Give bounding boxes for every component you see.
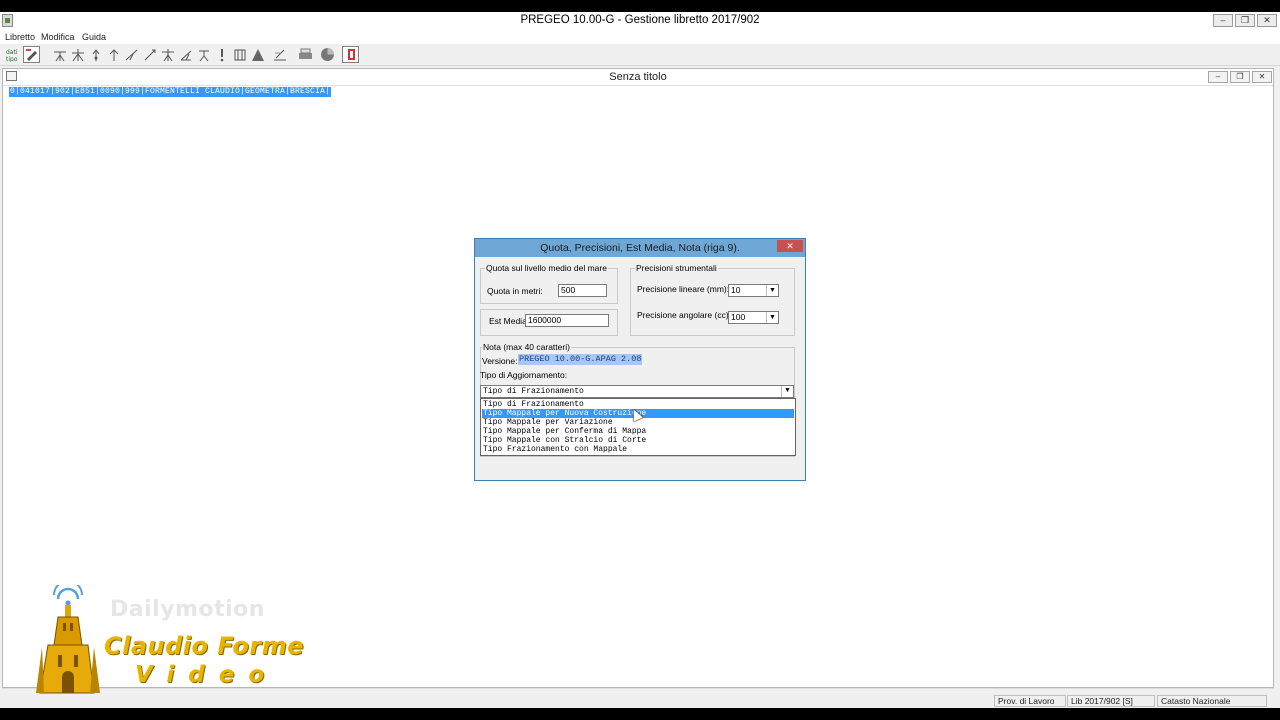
tower-logo-icon [36,585,100,694]
station-icon[interactable] [51,46,68,63]
libretto-line-selected[interactable]: 0|041017|902|E851|0090|999|FORMENTELLI C… [9,87,332,97]
versione-label: Versione: [482,356,518,366]
menu-guida[interactable]: Guida [82,30,106,44]
exclamation-icon[interactable] [213,46,230,63]
dati-tipo-icon[interactable]: dati tipo [4,46,21,63]
chevron-down-icon[interactable]: ▼ [766,312,778,323]
diagonal-icon[interactable] [141,46,158,63]
quota-dialog: Quota, Precisioni, Est Media, Nota (riga… [474,238,806,481]
frame-icon[interactable] [231,46,248,63]
window-title: PREGEO 10.00-G - Gestione libretto 2017/… [520,14,760,26]
pen-icon[interactable] [23,46,40,63]
tipo-aggiornamento-label: Tipo di Aggiornamento: [480,370,568,380]
quota-input[interactable]: 500 [558,284,607,297]
letterbox-top [0,0,1280,12]
quota-label: Quota in metri: [487,286,543,296]
exit-icon[interactable] [342,46,359,63]
letterbox-bottom [0,708,1280,720]
status-bar: Prov. di Lavoro BS Lib 2017/902 [S] Cata… [0,694,1280,716]
minimize-button[interactable]: ‒ [1213,14,1233,27]
precisione-angolare-value: 100 [731,312,746,322]
precisione-lineare-label: Precisione lineare (mm): [637,284,730,294]
option-tipo-mappale-conferma-mappa[interactable]: Tipo Mappale per Conferma di Mappa [482,427,794,436]
menu-modifica[interactable]: Modifica [41,30,75,44]
arrow-up-icon[interactable] [105,46,122,63]
station-grid-icon[interactable] [159,46,176,63]
restore-button[interactable]: ❐ [1235,14,1255,27]
tipo-aggiornamento-select[interactable]: Tipo di Frazionamento ▼ [480,385,794,398]
menu-libretto[interactable]: Libretto [5,30,35,44]
svg-text:dati: dati [6,49,18,56]
document-minimize-button[interactable]: ‒ [1208,71,1228,83]
chevron-down-icon[interactable]: ▼ [766,285,778,296]
status-provincia: Prov. di Lavoro BS [994,695,1066,716]
title-bar: PREGEO 10.00-G - Gestione libretto 2017/… [0,12,1280,30]
tipo-aggiornamento-value: Tipo di Frazionamento [483,387,584,396]
precisioni-group [630,268,795,336]
dialog-title-bar[interactable]: Quota, Precisioni, Est Media, Nota (riga… [475,239,805,257]
station-multi-icon[interactable] [69,46,86,63]
precisione-lineare-select[interactable]: 10 ▼ [728,284,779,297]
point-up-icon[interactable] [87,46,104,63]
edit-icon[interactable] [271,46,288,63]
precisione-angolare-select[interactable]: 100 ▼ [728,311,779,324]
angle-icon[interactable] [177,46,194,63]
quota-group-label: Quota sul livello medio del mare [485,263,608,273]
printer-icon[interactable] [297,46,314,63]
document-restore-button[interactable]: ❐ [1230,71,1250,83]
est-media-input[interactable]: 1600000 [525,314,609,327]
globe-icon[interactable] [319,46,336,63]
chevron-down-icon[interactable]: ▼ [781,386,793,397]
close-button[interactable]: ✕ [1257,14,1277,27]
document-close-button[interactable]: ✕ [1252,71,1272,83]
est-media-label: Est Media: [489,316,530,326]
menu-bar: Libretto Modifica Guida [0,30,1280,44]
dialog-title: Quota, Precisioni, Est Media, Nota (riga… [540,242,740,254]
triangle-icon[interactable] [249,46,266,63]
watermark-brand: Dailymotion [110,597,265,622]
precisioni-group-label: Precisioni strumentali [635,263,718,273]
status-libretto: Lib 2017/902 [S] [1067,695,1155,707]
status-catasto: Catasto Nazionale [1157,695,1267,707]
document-title-bar: Senza titolo ‒ ❐ ✕ [3,69,1273,86]
tripod-icon[interactable] [195,46,212,63]
precisione-lineare-value: 10 [731,285,741,295]
watermark-sub: Video [135,662,279,688]
alignment-icon[interactable] [123,46,140,63]
option-tipo-mappale-stralcio-corte[interactable]: Tipo Mappale con Stralcio di Corte [482,436,794,445]
dialog-close-button[interactable]: ✕ [777,240,803,252]
nota-group-label: Nota (max 40 caratteri) [482,342,571,352]
versione-value[interactable]: PREGEO 10.00-G.APAG 2.08 [518,354,643,365]
watermark-name: Claudio Forme [104,632,305,660]
option-tipo-frazionamento-mappale[interactable]: Tipo Frazionamento con Mappale [482,445,794,454]
precisione-angolare-label: Precisione angolare (cc): [637,310,732,320]
svg-text:tipo: tipo [6,56,18,62]
document-title: Senza titolo [609,71,667,83]
toolbar: dati tipo [0,44,1280,66]
